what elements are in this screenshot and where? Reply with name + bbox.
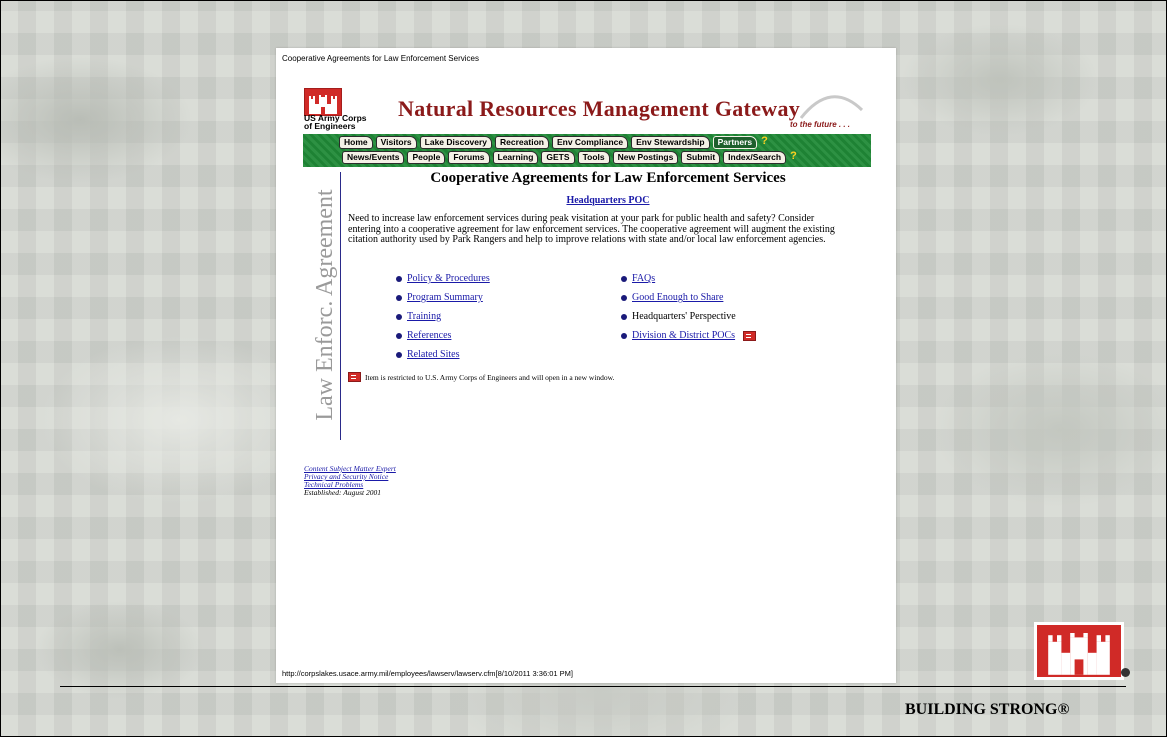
established-date: Established: August 2001 [304,488,381,497]
nav-row-secondary: News/Events People Forums Learning GETS … [342,151,797,164]
question-icon[interactable]: ? [790,151,797,164]
nav-forums[interactable]: Forums [448,151,490,164]
bullet-icon [396,351,402,358]
org-name: US Army Corps of Engineers [304,114,374,131]
nav-learning[interactable]: Learning [492,151,539,164]
bullet-icon [621,275,627,282]
hq-perspective-label: Headquarters' Perspective [632,311,736,322]
link-related-sites[interactable]: Related Sites [407,349,460,360]
registered-mark [1121,668,1130,677]
castle-icon [1034,622,1124,680]
question-icon[interactable]: ? [761,136,768,149]
lock-icon [743,330,757,341]
link-program-summary[interactable]: Program Summary [407,292,483,303]
list-item: References [396,330,490,341]
list-item: Training [396,311,490,322]
nav-gets[interactable]: GETS [541,151,575,164]
nav-bar: Home Visitors Lake Discovery Recreation … [303,134,871,167]
content-title: Cooperative Agreements for Law Enforceme… [430,170,786,186]
hq-poc-link[interactable]: Headquarters POC [348,195,868,206]
nav-news-events[interactable]: News/Events [342,151,405,164]
link-policy-procedures[interactable]: Policy & Procedures [407,273,490,284]
bullet-icon [396,313,402,320]
org-line-2: of Engineers [304,121,356,131]
nav-env-stewardship[interactable]: Env Stewardship [631,136,710,149]
bullet-icon [396,294,402,301]
footer-links: Content Subject Matter Expert Privacy an… [304,465,396,497]
lock-icon [348,372,361,382]
links-right-column: FAQs Good Enough to Share Headquarters' … [621,273,757,341]
nav-home[interactable]: Home [339,136,373,149]
nav-recreation[interactable]: Recreation [495,136,549,149]
bullet-icon [621,294,627,301]
list-item: FAQs [621,273,756,284]
nav-new-postings[interactable]: New Postings [612,151,679,164]
nav-tools[interactable]: Tools [577,151,610,164]
swoosh-graphic [799,95,864,119]
side-divider [340,172,341,440]
slide-divider [60,686,1126,687]
link-division-district-pocs[interactable]: Division & District POCs [632,330,735,341]
nav-index-search[interactable]: Index/Search [723,151,787,164]
nav-row-primary: Home Visitors Lake Discovery Recreation … [339,136,768,149]
list-item: Related Sites [396,349,490,360]
list-item: Headquarters' Perspective [621,311,756,322]
nav-partners[interactable]: Partners [712,136,758,149]
links-left-column: Policy & Procedures Program Summary Trai… [396,273,490,360]
link-faqs[interactable]: FAQs [632,273,655,284]
link-training[interactable]: Training [407,311,441,322]
webpage-screenshot: Cooperative Agreements for Law Enforceme… [276,48,896,683]
side-banner-text: Law Enforc. Agreement [312,189,338,421]
list-item: Good Enough to Share [621,292,756,303]
bullet-icon [396,332,402,339]
castle-icon [304,88,342,116]
restricted-note-text: Item is restricted to U.S. Army Corps of… [365,372,615,382]
nav-people[interactable]: People [407,151,446,164]
bullet-icon [621,332,627,339]
bullet-icon [621,313,627,320]
nav-visitors[interactable]: Visitors [375,136,417,149]
nav-env-compliance[interactable]: Env Compliance [551,136,629,149]
nav-lake-discovery[interactable]: Lake Discovery [419,136,493,149]
tagline: to the future . . . [790,120,850,129]
link-references[interactable]: References [407,330,451,341]
bullet-icon [396,275,402,282]
list-item: Division & District POCs [621,330,757,341]
link-good-enough-to-share[interactable]: Good Enough to Share [632,292,723,303]
status-url: http://corpslakes.usace.army.mil/employe… [282,669,573,678]
nav-submit[interactable]: Submit [681,151,721,164]
list-item: Program Summary [396,292,490,303]
slide-tagline: BUILDING STRONG® [905,701,1070,718]
intro-paragraph: Need to increase law enforcement service… [348,213,835,246]
list-item: Policy & Procedures [396,273,490,284]
document-title: Cooperative Agreements for Law Enforceme… [282,54,479,63]
restricted-note: Item is restricted to U.S. Army Corps of… [348,372,614,382]
side-banner: Law Enforc. Agreement [312,172,338,438]
